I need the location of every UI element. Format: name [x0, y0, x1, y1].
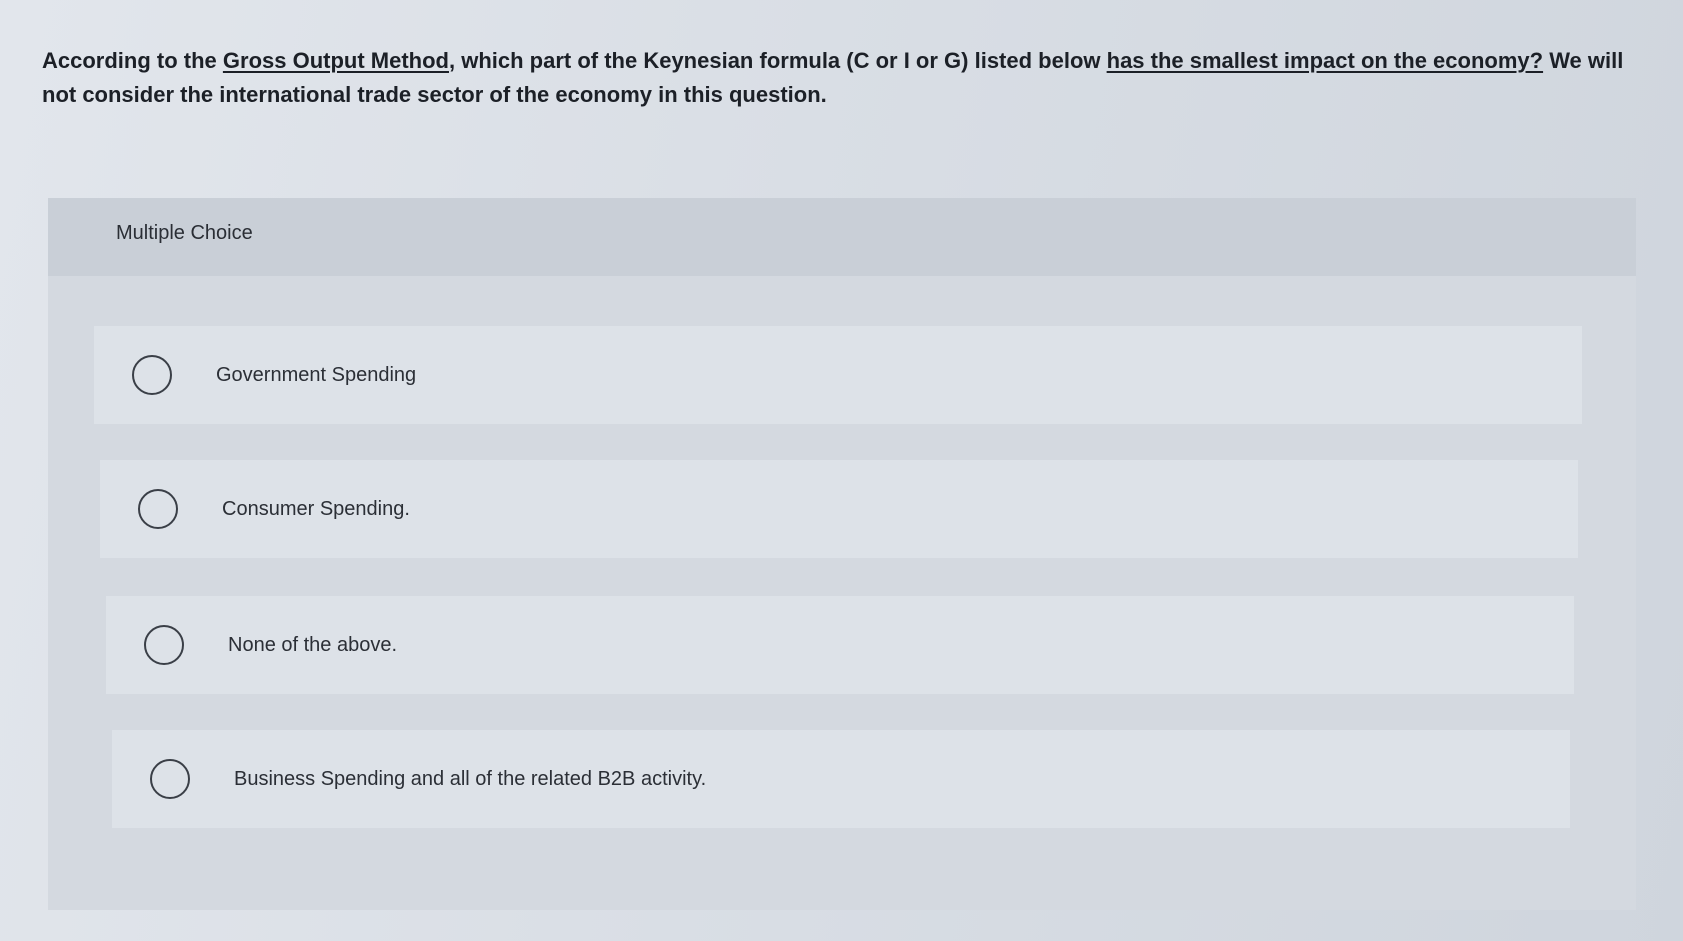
question-part-2: , which part of the Keynesian formula (C…: [448, 48, 1107, 73]
radio-button-icon[interactable]: [138, 489, 178, 529]
option-label: Government Spending: [216, 363, 417, 386]
radio-button-icon[interactable]: [150, 759, 190, 799]
option-label: Business Spending and all of the related…: [234, 767, 707, 790]
question-part-1: According to the: [42, 48, 223, 73]
option-business-spending[interactable]: Business Spending and all of the related…: [112, 730, 1570, 828]
radio-button-icon[interactable]: [132, 355, 172, 395]
question-type-label: Multiple Choice: [116, 222, 253, 244]
option-government-spending[interactable]: Government Spending: [94, 326, 1582, 424]
multiple-choice-panel: Multiple Choice Government Spending Cons…: [48, 198, 1636, 910]
question-text: According to the Gross Output Method, wh…: [42, 44, 1642, 112]
smallest-impact-underlined: has the smallest impact on the economy?: [1106, 48, 1544, 73]
gross-output-method-underlined: Gross Output Method: [222, 48, 449, 73]
option-label: Consumer Spending.: [222, 497, 410, 520]
option-consumer-spending[interactable]: Consumer Spending.: [100, 460, 1578, 558]
option-label: None of the above.: [228, 633, 398, 656]
panel-header: Multiple Choice: [48, 198, 1636, 276]
radio-button-icon[interactable]: [144, 625, 184, 665]
option-none-of-the-above[interactable]: None of the above.: [106, 596, 1574, 694]
